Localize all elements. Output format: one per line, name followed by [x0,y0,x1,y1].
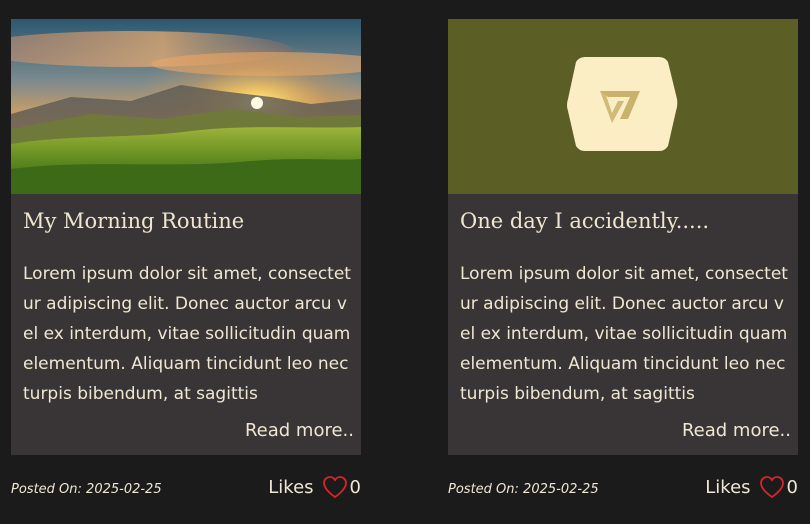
posted-on: Posted On: 2025-02-25 [448,482,599,497]
likes: Likes 0 [705,474,798,500]
post-title[interactable]: One day I accidently..... [460,209,709,233]
posted-date: 2025-02-25 [86,482,162,497]
post-image-placeholder[interactable] [448,19,798,194]
mountain-sunrise-image [11,19,361,194]
likes: Likes 0 [268,474,361,500]
post-excerpt: Lorem ipsum dolor sit amet, consectetur … [460,264,788,404]
hexagon-logo-icon [448,19,798,194]
likes-label: Likes [268,476,314,498]
post-excerpt: Lorem ipsum dolor sit amet, consectetur … [23,264,351,404]
posted-date: 2025-02-25 [523,482,599,497]
post-card: My Morning Routine Lorem ipsum dolor sit… [11,19,361,455]
heart-icon[interactable] [759,475,785,499]
post-card: One day I accidently..... Lorem ipsum do… [448,19,798,455]
post-meta: Posted On: 2025-02-25 Likes 0 [448,472,798,502]
posted-label: Posted On: [448,482,519,497]
likes-label: Likes [705,476,751,498]
posted-on: Posted On: 2025-02-25 [11,482,162,497]
post-image-mountain-sunrise[interactable] [11,19,361,194]
post-title[interactable]: My Morning Routine [23,209,244,233]
post-meta: Posted On: 2025-02-25 Likes 0 [11,472,361,502]
posted-label: Posted On: [11,482,82,497]
heart-icon[interactable] [322,475,348,499]
read-more-link[interactable]: Read more.. [682,420,791,441]
read-more-link[interactable]: Read more.. [245,420,354,441]
likes-count: 0 [349,476,361,498]
likes-count: 0 [786,476,798,498]
